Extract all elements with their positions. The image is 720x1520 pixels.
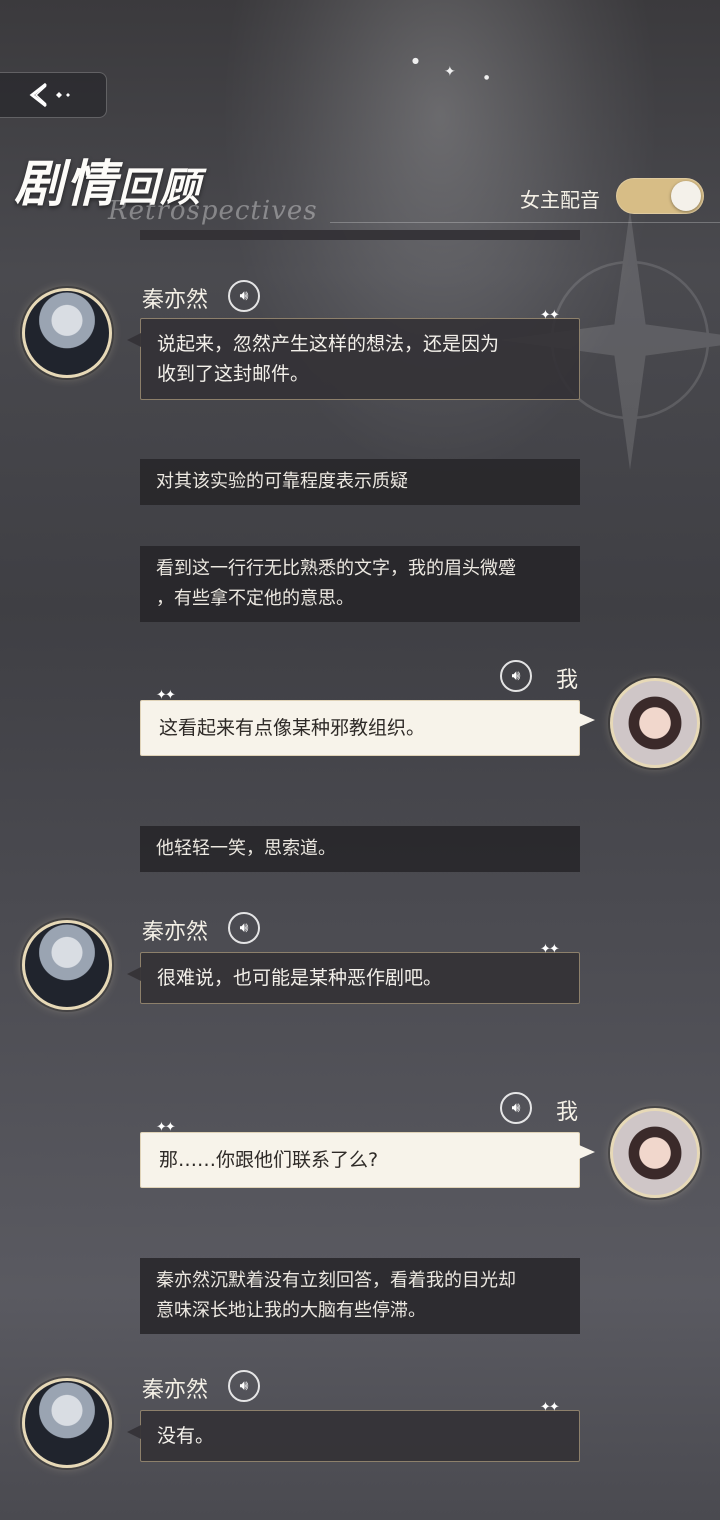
back-button[interactable] bbox=[0, 72, 107, 118]
heroine-voice-label: 女主配音 bbox=[520, 188, 600, 212]
npc-avatar[interactable] bbox=[22, 920, 112, 1010]
message-line: 看到这一行行无比熟悉的文字，我的眉头微蹙 bbox=[156, 558, 516, 579]
player-bubble: 那……你跟他们联系了么? bbox=[140, 1132, 595, 1188]
back-arrow-sparkle-icon bbox=[29, 82, 70, 108]
speaker-name: 秦亦然 bbox=[142, 288, 209, 313]
npc-bubble: 很难说，也可能是某种恶作剧吧。 bbox=[127, 952, 580, 1004]
player-avatar[interactable] bbox=[610, 678, 700, 768]
message-line: 他轻轻一笑，思索道。 bbox=[156, 838, 336, 859]
star-decoration: ● bbox=[484, 74, 490, 81]
narration-box: 对其该实验的可靠程度表示质疑 bbox=[140, 459, 580, 505]
toggle-knob bbox=[671, 181, 701, 211]
narration-box: 秦亦然沉默着没有立刻回答，看着我的目光却 意味深长地让我的大脑有些停滞。 bbox=[140, 1258, 580, 1334]
message-line: 意味深长地让我的大脑有些停滞。 bbox=[156, 1300, 426, 1321]
header-divider bbox=[330, 222, 720, 223]
voice-play-icon[interactable]: 🔊︎ bbox=[228, 280, 260, 312]
narration-box: 他轻轻一笑，思索道。 bbox=[140, 826, 580, 872]
star-decoration: ● bbox=[412, 56, 419, 65]
speaker-name: 秦亦然 bbox=[142, 1378, 209, 1403]
message-line: 说起来，忽然产生这样的想法，还是因为 bbox=[157, 333, 500, 355]
message-line: 收到了这封邮件。 bbox=[157, 363, 310, 385]
voice-play-icon[interactable]: 🔊︎ bbox=[228, 1370, 260, 1402]
page-title-main: 剧情 bbox=[14, 154, 118, 213]
npc-bubble: 没有。 bbox=[127, 1410, 580, 1462]
page-subtitle: Retrospectives bbox=[108, 196, 318, 226]
message-line: ，有些拿不定他的意思。 bbox=[156, 588, 354, 609]
speaker-name: 我 bbox=[556, 1100, 579, 1125]
list-top-edge bbox=[140, 230, 580, 240]
npc-bubble: 说起来，忽然产生这样的想法，还是因为 收到了这封邮件。 bbox=[127, 318, 580, 400]
message-line: 这看起来有点像某种邪教组织。 bbox=[159, 717, 426, 739]
message-line: 没有。 bbox=[157, 1425, 215, 1447]
player-bubble: 这看起来有点像某种邪教组织。 bbox=[140, 700, 595, 756]
speaker-name: 我 bbox=[556, 668, 579, 693]
sparkle-icon: ✦✦ bbox=[540, 942, 560, 957]
voice-play-icon[interactable]: 🔊︎ bbox=[500, 660, 532, 692]
sparkle-icon: ✦✦ bbox=[540, 1400, 560, 1415]
narration-box: 看到这一行行无比熟悉的文字，我的眉头微蹙 ，有些拿不定他的意思。 bbox=[140, 546, 580, 622]
speaker-name: 秦亦然 bbox=[142, 920, 209, 945]
message-line: 很难说，也可能是某种恶作剧吧。 bbox=[157, 967, 443, 989]
voice-play-icon[interactable]: 🔊︎ bbox=[500, 1092, 532, 1124]
npc-avatar[interactable] bbox=[22, 1378, 112, 1468]
message-line: 那……你跟他们联系了么? bbox=[159, 1149, 379, 1171]
message-line: 秦亦然沉默着没有立刻回答，看着我的目光却 bbox=[156, 1270, 516, 1291]
player-avatar[interactable] bbox=[610, 1108, 700, 1198]
star-decoration: ✦ bbox=[444, 64, 456, 80]
heroine-voice-toggle[interactable] bbox=[616, 178, 704, 214]
npc-avatar[interactable] bbox=[22, 288, 112, 378]
message-line: 对其该实验的可靠程度表示质疑 bbox=[156, 471, 408, 492]
sparkle-icon: ✦✦ bbox=[540, 308, 560, 323]
voice-play-icon[interactable]: 🔊︎ bbox=[228, 912, 260, 944]
dialogue-list[interactable]: 秦亦然 🔊︎ 说起来，忽然产生这样的想法，还是因为 收到了这封邮件。 ✦✦ 对其… bbox=[0, 230, 720, 1520]
